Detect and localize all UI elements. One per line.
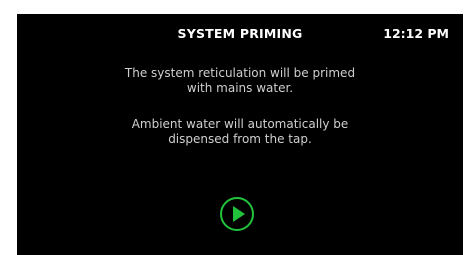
message-line: dispensed from the tap. (168, 132, 312, 146)
dispense-message: Ambient water will automatically be disp… (17, 117, 463, 147)
message-line: Ambient water will automatically be (131, 117, 349, 131)
message-line: with mains water. (186, 81, 294, 95)
message-line: The system reticulation will be primed (124, 66, 356, 80)
play-icon (233, 206, 245, 222)
start-priming-button[interactable] (220, 197, 254, 231)
priming-screen: SYSTEM PRIMING 12:12 PM The system retic… (17, 14, 463, 255)
priming-message: The system reticulation will be primed w… (17, 66, 463, 96)
clock: 12:12 PM (383, 26, 449, 41)
